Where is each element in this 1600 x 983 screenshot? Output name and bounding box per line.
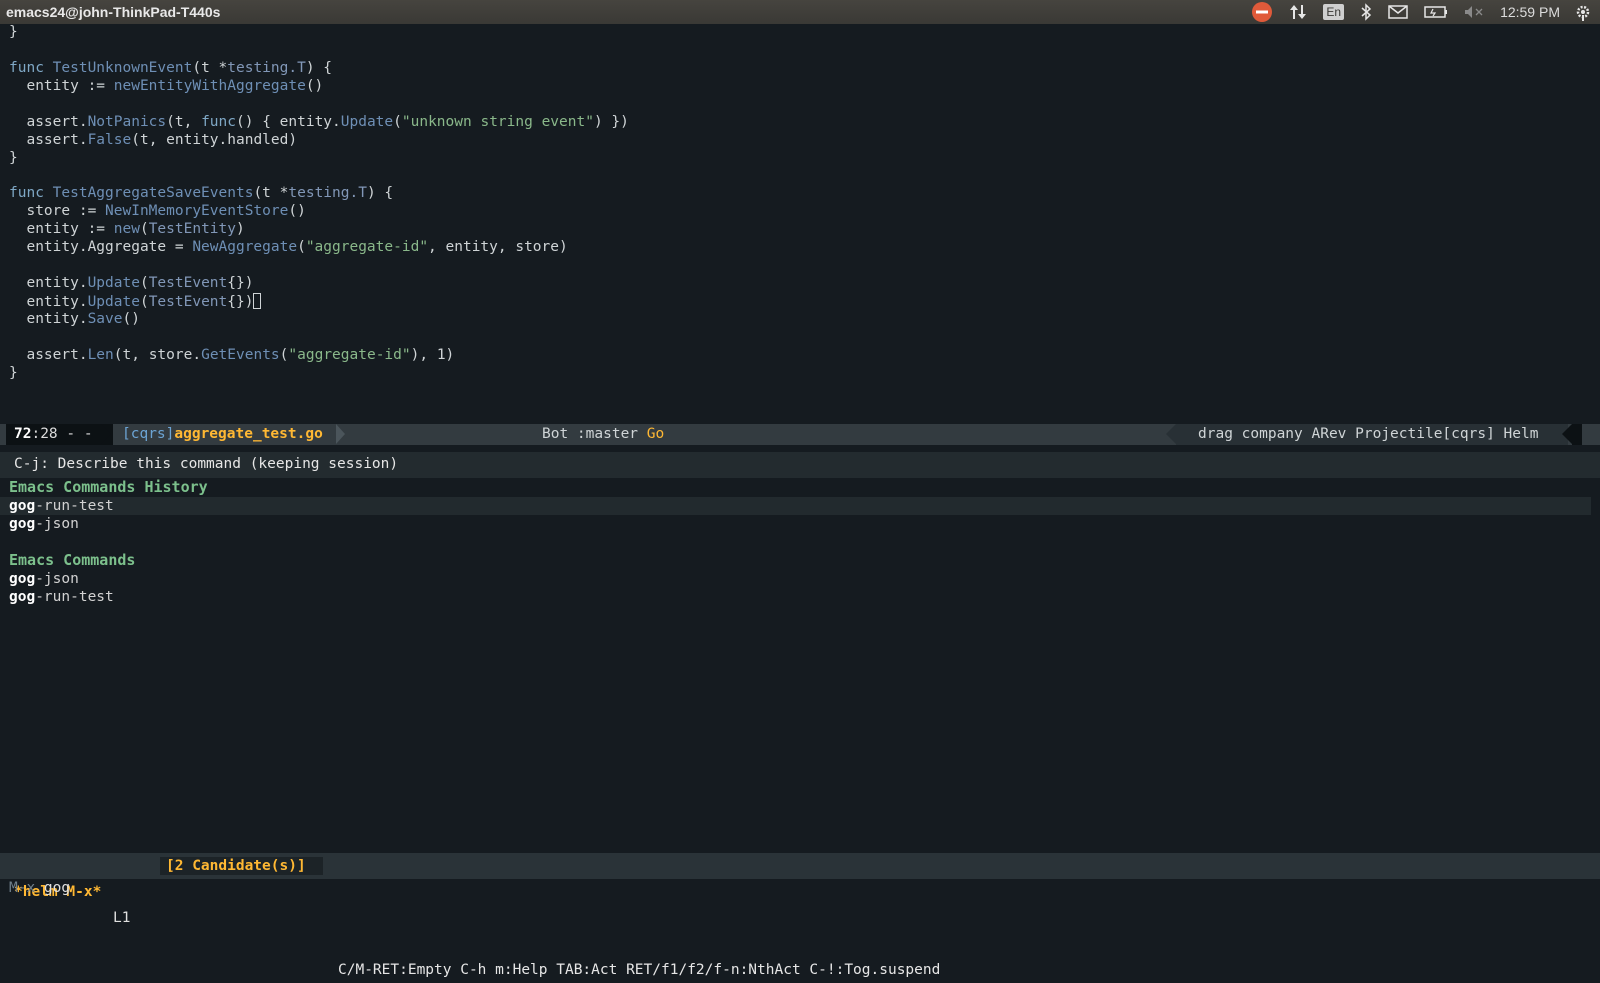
no-entry-icon[interactable]	[1251, 1, 1273, 23]
keyboard-language-indicator[interactable]: En	[1323, 4, 1345, 20]
bluetooth-icon[interactable]	[1360, 3, 1372, 21]
window-title: emacs24@john-ThinkPad-T440s	[6, 4, 221, 20]
powerline-separator	[336, 424, 345, 444]
minor-modes[interactable]: drag company ARev Projectile[cqrs] Helm	[1176, 424, 1568, 445]
code-line[interactable]: entity.Aggregate = NewAggregate("aggrega…	[0, 239, 1600, 257]
helm-header-line: C-j: Describe this command (keeping sess…	[0, 452, 1600, 478]
code-line[interactable]: assert.NotPanics(t, func() { entity.Upda…	[0, 114, 1600, 132]
helm-candidate-count: [2 Candidate(s)]	[160, 857, 323, 875]
code-line[interactable]	[0, 329, 1600, 347]
code-line[interactable]	[0, 168, 1600, 186]
code-line[interactable]: assert.False(t, entity.handled)	[0, 132, 1600, 150]
minibuffer-input[interactable]: gog	[44, 880, 70, 896]
code-line[interactable]: }	[0, 24, 1600, 42]
code-line[interactable]: }	[0, 150, 1600, 168]
vc-branch-and-mode: Bot :master Go	[542, 426, 665, 442]
code-editor[interactable]: } func TestUnknownEvent(t *testing.T) { e…	[0, 24, 1600, 422]
code-line[interactable]: func TestUnknownEvent(t *testing.T) {	[0, 60, 1600, 78]
helm-candidate[interactable]: gog-run-test	[0, 588, 1600, 606]
helm-source-title: Emacs Commands	[9, 551, 136, 569]
code-line[interactable]	[0, 96, 1600, 114]
helm-key-hints: C/M-RET:Empty C-h m:Help TAB:Act RET/f1/…	[338, 962, 941, 978]
helm-candidates: Emacs Commands History gog-run-test gog-…	[0, 478, 1600, 606]
code-line[interactable]: func TestAggregateSaveEvents(t *testing.…	[0, 185, 1600, 203]
mode-line-end	[1572, 424, 1582, 445]
cursor-position: 72:28 - -	[6, 424, 113, 445]
code-line[interactable]: entity.Update(TestEvent{})	[0, 293, 1600, 311]
powerline-separator	[1562, 424, 1572, 444]
buffer-name[interactable]: [cqrs]aggregate_test.go	[122, 424, 323, 445]
helm-candidate[interactable]: gog-run-test	[0, 497, 1591, 515]
code-line[interactable]: entity := newEntityWithAggregate()	[0, 78, 1600, 96]
network-updown-icon[interactable]	[1289, 3, 1307, 21]
code-line[interactable]: entity := new(TestEntity)	[0, 221, 1600, 239]
helm-candidate[interactable]: gog-json	[0, 515, 1600, 533]
code-line[interactable]: }	[0, 365, 1600, 383]
gear-icon[interactable]	[1574, 3, 1592, 21]
code-line[interactable]: assert.Len(t, store.GetEvents("aggregate…	[0, 347, 1600, 365]
battery-icon[interactable]	[1424, 5, 1448, 19]
mail-icon[interactable]	[1388, 5, 1408, 19]
code-line[interactable]: entity.Save()	[0, 311, 1600, 329]
powerline-separator	[101, 424, 111, 444]
code-line[interactable]: entity.Update(TestEvent{})	[0, 275, 1600, 293]
helm-line-number: L1	[113, 910, 131, 926]
text-cursor	[253, 293, 262, 310]
minibuffer[interactable]: M-x gog	[0, 879, 1600, 900]
code-line[interactable]: store := NewInMemoryEventStore()	[0, 203, 1600, 221]
clock[interactable]: 12:59 PM	[1500, 4, 1560, 20]
helm-mode-line: *helm M-x* L1 [2 Candidate(s)] C/M-RET:E…	[0, 853, 1600, 978]
helm-candidate[interactable]: gog-json	[0, 570, 1600, 588]
volume-muted-icon[interactable]	[1464, 5, 1484, 19]
mode-line: 72:28 - - [cqrs]aggregate_test.go Bot :m…	[0, 424, 1600, 445]
system-tray: En 12:59 PM	[1251, 0, 1600, 24]
helm-source-title: Emacs Commands History	[9, 478, 208, 496]
top-panel: emacs24@john-ThinkPad-T440s En 12:59 PM	[0, 0, 1600, 24]
code-line[interactable]	[0, 257, 1600, 275]
powerline-separator	[1166, 424, 1176, 444]
minibuffer-prompt: M-x	[9, 880, 44, 896]
code-line[interactable]	[0, 42, 1600, 60]
